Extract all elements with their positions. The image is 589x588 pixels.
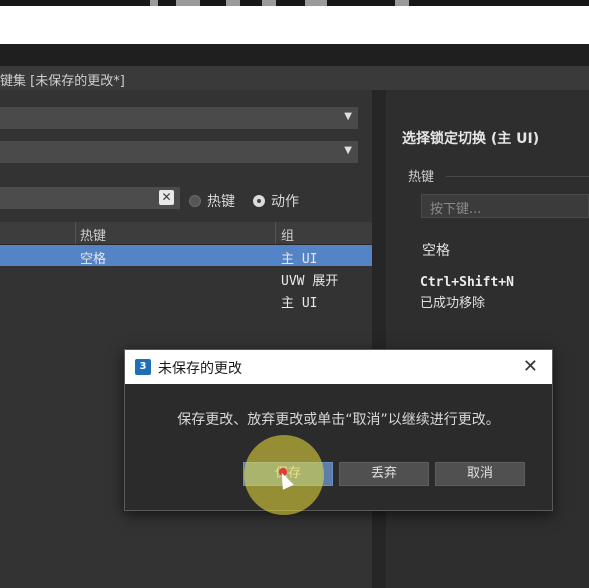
- chevron-down-icon: ▼: [344, 145, 352, 156]
- clear-icon[interactable]: ✕: [159, 190, 174, 205]
- section-divider: [446, 176, 589, 177]
- column-header-group[interactable]: 组: [281, 225, 294, 244]
- app-logo-icon: 3: [135, 359, 151, 375]
- action-list-panel: ▼ ▼ ✕ 热键 动作 热键 组 空格 主 UI UVW 展开 主 UI: [0, 90, 372, 588]
- search-input[interactable]: ✕: [0, 187, 180, 209]
- viewport-strip: [0, 6, 589, 44]
- radio-hotkey[interactable]: 热键: [189, 191, 235, 211]
- dialog-message: 保存更改、放弃更改或单击“取消”以继续进行更改。: [177, 412, 500, 428]
- dropdown-group[interactable]: ▼: [0, 141, 358, 163]
- window-titlebar: 键集 [未保存的更改*]: [0, 66, 589, 90]
- radio-action[interactable]: 动作: [253, 191, 299, 211]
- discard-button[interactable]: 丢弃: [339, 462, 429, 486]
- dialog-title: 未保存的更改: [158, 361, 242, 377]
- column-header-hotkey[interactable]: 热键: [80, 225, 106, 244]
- cell-group: 主 UI: [281, 252, 318, 267]
- cell-hotkey: 空格: [80, 252, 107, 267]
- column-divider: [275, 222, 276, 244]
- status-message-key: Ctrl+Shift+N: [420, 275, 514, 290]
- action-detail-panel: 选择锁定切换 (主 UI) 热键 按下键... 空格 Ctrl+Shift+N …: [386, 90, 589, 588]
- status-message-text: 已成功移除: [420, 296, 486, 311]
- hotkey-section-label: 热键: [408, 170, 435, 185]
- assigned-hotkey: 空格: [422, 243, 450, 259]
- radio-action-label: 动作: [271, 194, 299, 210]
- radio-indicator: [253, 195, 265, 207]
- cancel-button[interactable]: 取消: [435, 462, 525, 486]
- panel-splitter[interactable]: [372, 90, 386, 588]
- table-header: 热键 组: [0, 222, 372, 245]
- hotkey-capture-input[interactable]: 按下键...: [421, 194, 589, 218]
- window-title: 键集 [未保存的更改*]: [0, 74, 125, 89]
- hotkey-input-placeholder: 按下键...: [430, 202, 482, 217]
- chevron-down-icon: ▼: [344, 111, 352, 122]
- table-row[interactable]: UVW 展开: [0, 267, 372, 289]
- action-title: 选择锁定切换 (主 UI): [402, 131, 540, 147]
- table-row[interactable]: 空格 主 UI: [0, 245, 372, 267]
- dialog-titlebar: 3 未保存的更改 ✕: [125, 350, 552, 384]
- radio-hotkey-label: 热键: [207, 194, 235, 210]
- close-icon[interactable]: ✕: [523, 356, 538, 377]
- unsaved-changes-dialog: 3 未保存的更改 ✕ 保存更改、放弃更改或单击“取消”以继续进行更改。 保存 丢…: [124, 349, 553, 511]
- cell-group: 主 UI: [281, 296, 318, 311]
- radio-indicator: [189, 195, 201, 207]
- separator: [0, 44, 589, 66]
- cell-group: UVW 展开: [281, 274, 339, 289]
- column-divider: [75, 222, 76, 244]
- dropdown-hotkey-set[interactable]: ▼: [0, 107, 358, 129]
- table-row[interactable]: 主 UI: [0, 289, 372, 311]
